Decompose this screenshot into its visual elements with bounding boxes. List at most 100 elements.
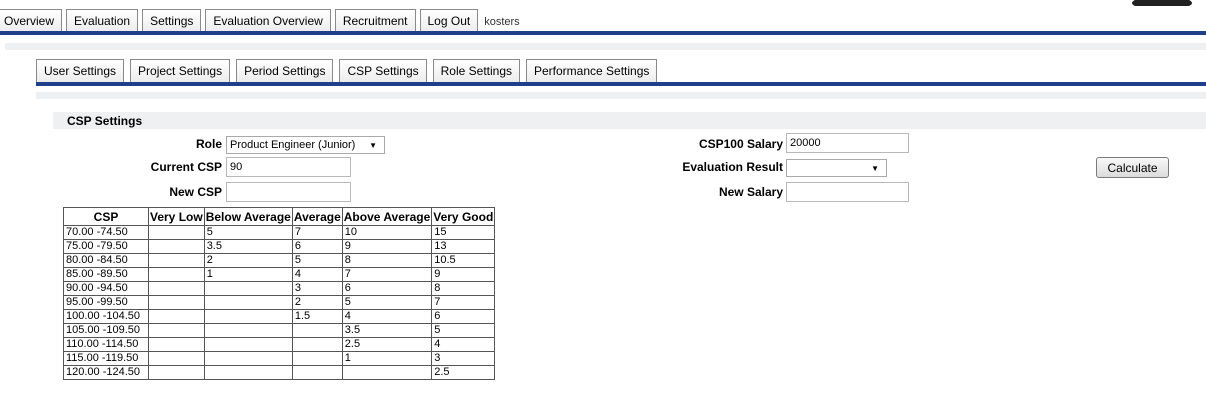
table-cell: 90.00 -94.50 <box>63 281 149 296</box>
nav-evaluation[interactable]: Evaluation <box>66 9 139 32</box>
table-row: 110.00 -114.50 2.5 4 <box>63 337 496 352</box>
table-cell <box>148 225 205 240</box>
section-header: CSP Settings <box>53 112 1206 129</box>
table-cell: 6 <box>341 281 433 296</box>
role-label: Role <box>195 137 222 151</box>
subnav-underline <box>36 82 1206 86</box>
table-header-row: CSP Very Low Below Average Average Above… <box>63 207 496 226</box>
table-cell <box>203 323 293 338</box>
csp100-salary-input[interactable] <box>786 133 909 153</box>
table-row: 115.00 -119.50 1 3 <box>63 351 496 366</box>
nav-overview[interactable]: Overview <box>0 9 63 32</box>
table-cell <box>148 253 205 268</box>
subnav-user-settings[interactable]: User Settings <box>36 59 125 82</box>
table-cell <box>203 295 293 310</box>
table-cell: 95.00 -99.50 <box>63 295 149 310</box>
username-label: kosters <box>484 16 520 28</box>
table-cell: 110.00 -114.50 <box>63 337 149 352</box>
table-cell: 3.5 <box>341 323 433 338</box>
subnav-role-settings[interactable]: Role Settings <box>432 59 520 82</box>
table-cell <box>148 295 205 310</box>
table-cell: 13 <box>431 239 496 254</box>
table-row: 95.00 -99.50 2 5 7 <box>63 295 496 310</box>
nav-log-out[interactable]: Log Out <box>419 9 479 32</box>
table-cell: 2 <box>291 295 343 310</box>
new-salary-input[interactable] <box>786 182 909 202</box>
table-cell: 15 <box>431 225 496 240</box>
current-csp-label: Current CSP <box>150 160 222 174</box>
table-cell: 4 <box>431 337 496 352</box>
table-cell: 6 <box>291 239 343 254</box>
new-salary-label: New Salary <box>718 185 783 199</box>
col-header-below-average: Below Average <box>203 207 293 226</box>
evaluation-result-select[interactable]: ▼ <box>786 159 887 177</box>
table-cell: 4 <box>341 309 433 324</box>
csp100-salary-label: CSP100 Salary <box>698 137 783 151</box>
table-cell: 2.5 <box>431 365 496 380</box>
table-cell: 2.5 <box>341 337 433 352</box>
table-cell <box>203 309 293 324</box>
nav-settings[interactable]: Settings <box>142 9 202 32</box>
new-csp-input[interactable] <box>226 182 351 202</box>
table-row: 85.00 -89.50 1 4 7 9 <box>63 267 496 282</box>
col-header-very-low: Very Low <box>148 207 205 226</box>
table-row: 75.00 -79.50 3.5 6 9 13 <box>63 239 496 254</box>
table-row: 70.00 -74.50 5 7 10 15 <box>63 225 496 240</box>
subnav-period-settings[interactable]: Period Settings <box>236 59 334 82</box>
col-header-very-good: Very Good <box>431 207 496 226</box>
table-cell <box>148 267 205 282</box>
table-cell: 1 <box>341 351 433 366</box>
table-row: 100.00 -104.50 1.5 4 6 <box>63 309 496 324</box>
table-row: 90.00 -94.50 3 6 8 <box>63 281 496 296</box>
table-cell <box>148 351 205 366</box>
main-nav: Overview Evaluation Settings Evaluation … <box>0 9 520 32</box>
table-cell: 1.5 <box>291 309 343 324</box>
table-cell <box>148 323 205 338</box>
chevron-down-icon: ▼ <box>871 163 879 173</box>
nav-evaluation-overview[interactable]: Evaluation Overview <box>205 9 331 32</box>
table-cell <box>203 365 293 380</box>
role-select[interactable]: Product Engineer (Junior) ▼ <box>226 136 385 154</box>
table-cell: 4 <box>291 267 343 282</box>
evaluation-result-label: Evaluation Result <box>682 160 783 174</box>
table-cell: 80.00 -84.50 <box>63 253 149 268</box>
role-select-value: Product Engineer (Junior) <box>230 139 356 151</box>
table-cell: 3 <box>431 351 496 366</box>
table-cell: 105.00 -109.50 <box>63 323 149 338</box>
main-nav-underline <box>0 31 1206 35</box>
subnav-performance-settings[interactable]: Performance Settings <box>526 59 658 82</box>
table-cell: 9 <box>431 267 496 282</box>
nav-recruitment[interactable]: Recruitment <box>334 9 416 32</box>
table-cell: 100.00 -104.50 <box>63 309 149 324</box>
table-cell: 120.00 -124.50 <box>63 365 149 380</box>
settings-subnav: User Settings Project Settings Period Se… <box>36 59 663 82</box>
table-cell <box>203 351 293 366</box>
table-cell <box>203 281 293 296</box>
table-cell <box>148 365 205 380</box>
table-cell <box>291 351 343 366</box>
table-cell: 7 <box>341 267 433 282</box>
table-row: 120.00 -124.50 2.5 <box>63 365 496 380</box>
table-cell: 6 <box>431 309 496 324</box>
csp-table: CSP Very Low Below Average Average Above… <box>63 207 496 380</box>
current-csp-input[interactable] <box>226 157 351 177</box>
table-cell: 8 <box>431 281 496 296</box>
table-cell: 5 <box>291 253 343 268</box>
table-cell: 7 <box>291 225 343 240</box>
divider-band <box>5 43 1206 50</box>
col-header-csp: CSP <box>63 207 149 226</box>
table-row: 80.00 -84.50 2 5 8 10.5 <box>63 253 496 268</box>
table-cell <box>291 337 343 352</box>
subnav-project-settings[interactable]: Project Settings <box>130 59 231 82</box>
new-csp-label: New CSP <box>169 185 222 199</box>
table-row: 105.00 -109.50 3.5 5 <box>63 323 496 338</box>
subnav-csp-settings[interactable]: CSP Settings <box>339 59 427 82</box>
table-cell <box>291 323 343 338</box>
table-cell: 10.5 <box>431 253 496 268</box>
table-cell <box>291 365 343 380</box>
divider-band-2 <box>36 92 1206 99</box>
table-cell: 3.5 <box>203 239 293 254</box>
col-header-above-average: Above Average <box>341 207 433 226</box>
calculate-button[interactable]: Calculate <box>1096 157 1169 178</box>
table-cell: 1 <box>203 267 293 282</box>
